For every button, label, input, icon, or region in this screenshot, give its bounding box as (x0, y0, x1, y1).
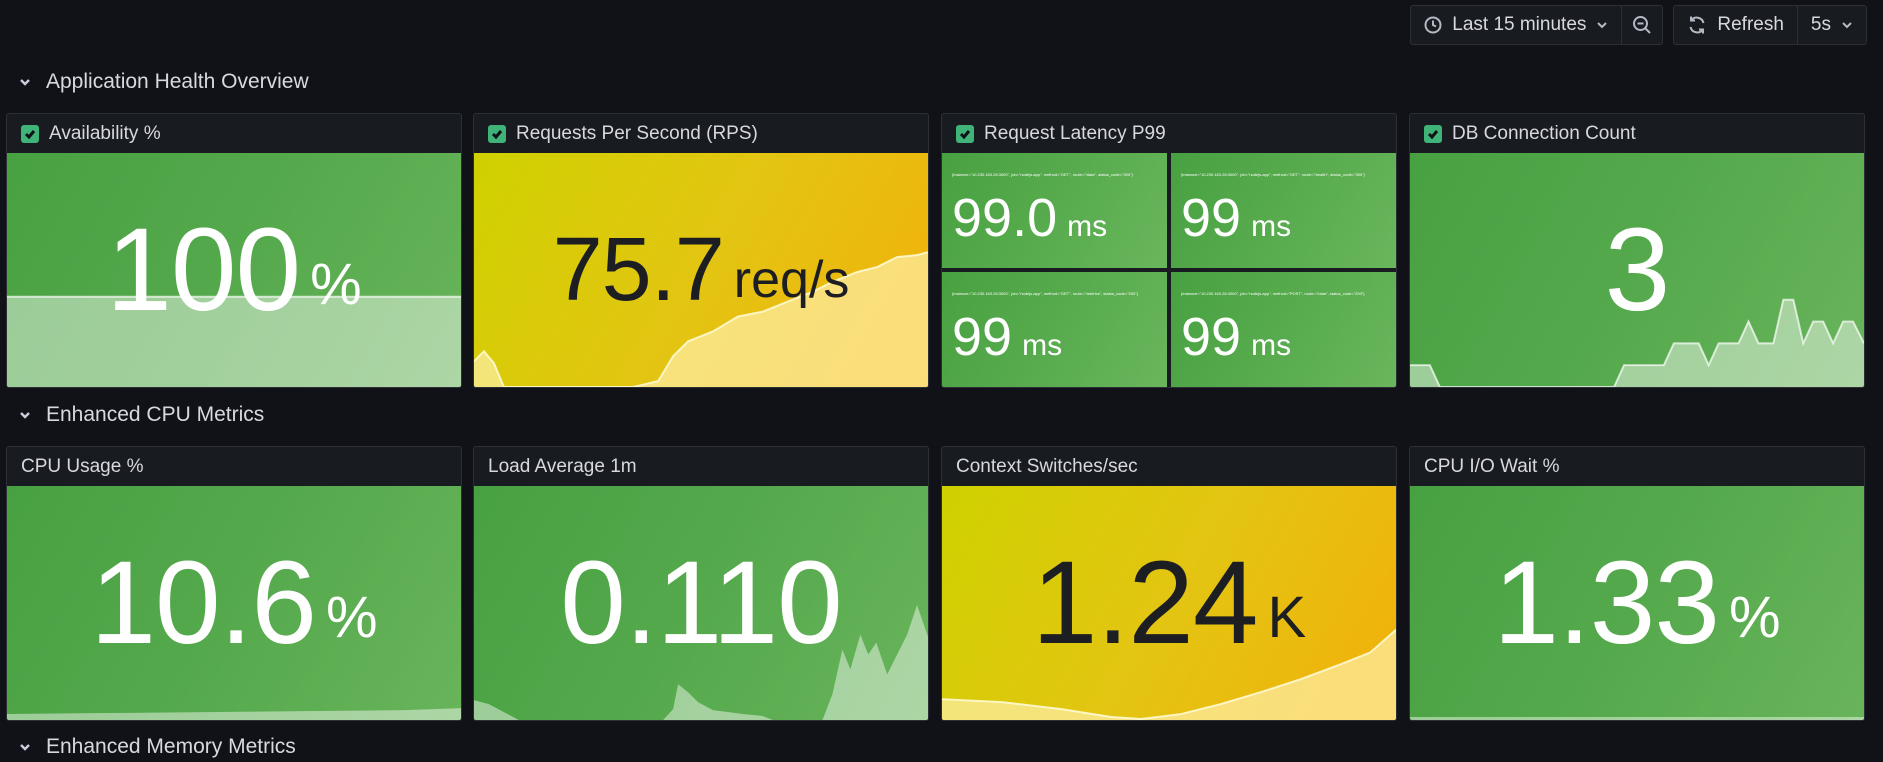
stat-value: 0.110 (560, 537, 843, 669)
refresh-label: Refresh (1717, 14, 1784, 35)
stat-value: 99 (1181, 307, 1242, 367)
panel-context-switches: Context Switches/sec 1.24 K (941, 446, 1397, 721)
panel-title: Availability % (49, 122, 161, 144)
stat-value: 99 (1181, 188, 1242, 248)
panel-header: Request Latency P99 (942, 114, 1396, 153)
panel-title: CPU I/O Wait % (1424, 455, 1560, 477)
stat-unit: % (326, 584, 378, 650)
panel-title: DB Connection Count (1452, 122, 1636, 144)
panel-title: CPU Usage % (21, 455, 144, 477)
chevron-down-icon (20, 412, 30, 419)
stat-value: 1.33 (1493, 537, 1720, 669)
series-label: {instance="10.230.163.28:3000", job="nod… (1181, 291, 1365, 296)
latency-cell: {instance="10.230.163.28:3000", job="nod… (1171, 272, 1396, 387)
panel-db-connection-count: DB Connection Count 3 (1409, 113, 1865, 388)
panel-header: DB Connection Count (1410, 114, 1864, 153)
row-title: Application Health Overview (46, 70, 309, 93)
stat-value: 3 (1604, 204, 1671, 336)
panel-request-latency: Request Latency P99 {instance="10.230.16… (941, 113, 1397, 388)
stat-value: 99 (952, 307, 1013, 367)
row-header-enhanced-cpu[interactable]: Enhanced CPU Metrics (18, 403, 264, 427)
panel-title: Requests Per Second (RPS) (516, 122, 758, 144)
panel-title: Request Latency P99 (984, 122, 1166, 144)
panel-header: Load Average 1m (474, 447, 928, 486)
stat-db-connections: 3 (1410, 153, 1864, 387)
chevron-down-icon (20, 744, 30, 751)
checkbox-icon[interactable] (956, 124, 974, 143)
stat-value: 1.24 (1031, 537, 1259, 669)
clock-icon (1424, 16, 1442, 34)
stat-unit: K (1267, 584, 1307, 650)
panel-cpu-io-wait: CPU I/O Wait % 1.33 % (1409, 446, 1865, 721)
panel-cpu-usage: CPU Usage % 10.6 % (6, 446, 462, 721)
panel-title: Load Average 1m (488, 455, 637, 477)
stat-unit: ms (1067, 210, 1108, 243)
stat-unit: req/s (733, 251, 850, 309)
panel-availability: Availability % 100 % (6, 113, 462, 388)
refresh-interval-picker[interactable]: 5s (1798, 6, 1866, 44)
stat-load-average: 0.110 (474, 486, 928, 720)
stat-value: 100 (106, 204, 301, 336)
stat-unit: ms (1022, 329, 1063, 362)
stat-cpu-io-wait: 1.33 % (1410, 486, 1864, 720)
panel-title: Context Switches/sec (956, 455, 1138, 477)
stat-unit: ms (1251, 329, 1292, 362)
panel-header: CPU Usage % (7, 447, 461, 486)
time-range-label: Last 15 minutes (1452, 14, 1587, 35)
latency-cell: {instance="10.230.163.28:3000", job="nod… (942, 153, 1167, 268)
stat-unit: ms (1251, 210, 1292, 243)
checkbox-icon[interactable] (1424, 124, 1442, 143)
stat-rps: 75.7 req/s (474, 153, 928, 387)
panel-header: Availability % (7, 114, 461, 153)
panel-header: Context Switches/sec (942, 447, 1396, 486)
row-title: Enhanced CPU Metrics (46, 403, 265, 426)
series-label: {instance="10.230.163.28:3000", job="nod… (1181, 172, 1365, 177)
latency-grid: {instance="10.230.163.28:3000", job="nod… (942, 153, 1396, 387)
stat-context-switches: 1.24 K (942, 486, 1396, 720)
stat-unit: % (310, 251, 362, 317)
time-range-group: Last 15 minutes (1410, 5, 1664, 45)
dashboard-toolbar: Last 15 minutes Refresh 5s (1410, 5, 1867, 45)
chevron-down-icon (20, 79, 30, 86)
latency-cell: {instance="10.230.163.28:3000", job="nod… (942, 272, 1167, 387)
stat-availability: 100 % (7, 153, 461, 387)
row-header-application-health[interactable]: Application Health Overview (18, 70, 309, 94)
series-label: {instance="10.230.163.28:3000", job="nod… (952, 291, 1138, 296)
zoom-out-icon (1633, 16, 1652, 34)
latency-cell: {instance="10.230.163.28:3000", job="nod… (1171, 153, 1396, 268)
row-header-enhanced-memory[interactable]: Enhanced Memory Metrics (18, 735, 296, 759)
chevron-down-icon (1842, 22, 1852, 29)
stat-cpu-usage: 10.6 % (7, 486, 461, 720)
row-title: Enhanced Memory Metrics (46, 735, 296, 758)
stat-value: 75.7 (552, 219, 725, 320)
stat-value: 99.0 (952, 188, 1058, 248)
panel-header: CPU I/O Wait % (1410, 447, 1864, 486)
stat-value: 10.6 (90, 537, 317, 669)
time-range-picker[interactable]: Last 15 minutes (1411, 6, 1623, 44)
chevron-down-icon (1597, 22, 1608, 29)
zoom-out-button[interactable] (1622, 6, 1662, 44)
refresh-group: Refresh 5s (1673, 5, 1867, 45)
refresh-button[interactable]: Refresh (1674, 6, 1798, 44)
stat-unit: % (1729, 584, 1781, 650)
series-label: {instance="10.230.163.28:3000", job="nod… (952, 172, 1133, 177)
panel-rps: Requests Per Second (RPS) 75.7 req/s (473, 113, 929, 388)
panel-header: Requests Per Second (RPS) (474, 114, 928, 153)
checkbox-icon[interactable] (21, 124, 39, 143)
refresh-icon (1689, 16, 1705, 34)
panel-load-average: Load Average 1m 0.110 (473, 446, 929, 721)
checkbox-icon[interactable] (488, 124, 506, 143)
refresh-interval-label: 5s (1810, 14, 1831, 35)
